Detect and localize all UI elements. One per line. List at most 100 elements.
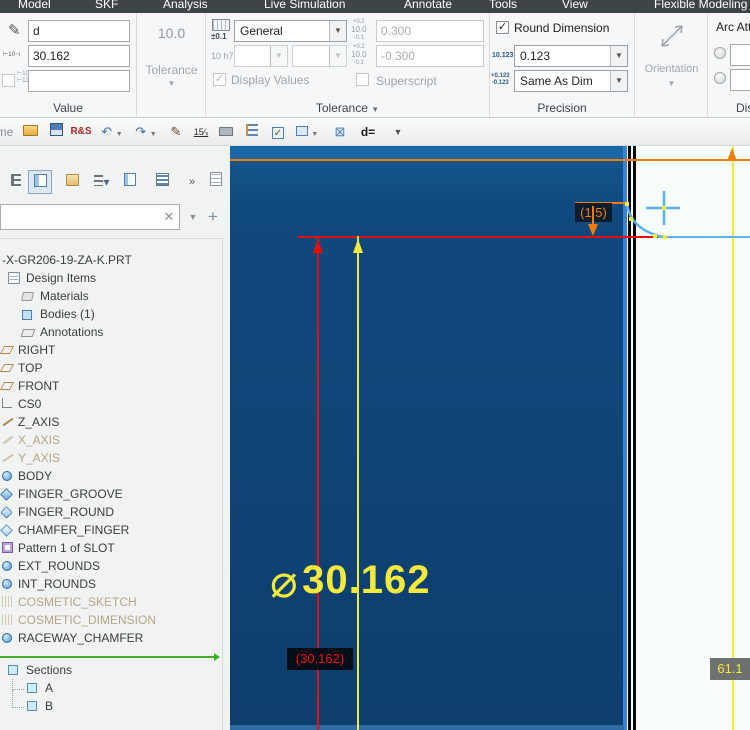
tree-item-label: Z_AXIS bbox=[18, 415, 60, 429]
dual-value-input[interactable] bbox=[28, 70, 130, 92]
crosshair-center-dot[interactable] bbox=[662, 206, 666, 210]
chevron-down-icon[interactable]: ▼ bbox=[329, 21, 346, 41]
add-search-icon[interactable]: + bbox=[204, 204, 222, 230]
vertex-dot[interactable] bbox=[629, 217, 633, 221]
redo-button[interactable]: ↷ ▼ bbox=[132, 122, 160, 142]
superscript-checkbox[interactable] bbox=[356, 73, 369, 86]
axis-icon bbox=[2, 453, 14, 463]
tab-tools[interactable]: Tools bbox=[489, 0, 517, 11]
tolerance-group-label[interactable]: Tolerance ▼ bbox=[206, 101, 489, 115]
tolerance-decimal-select[interactable]: Same As Dim ▼ bbox=[514, 70, 628, 92]
tree-item-design-items[interactable]: Design Items bbox=[0, 269, 222, 287]
tolerance-button-dropdown-icon[interactable]: ▼ bbox=[137, 79, 206, 88]
verify-window-icon[interactable]: ✓ bbox=[268, 122, 288, 142]
folder-browser-icon[interactable] bbox=[60, 170, 84, 194]
tree-item-section-a[interactable]: A bbox=[0, 679, 222, 697]
vertex-dot[interactable] bbox=[625, 202, 629, 206]
edge-dimension-label[interactable]: 61.1 bbox=[710, 658, 750, 680]
tab-skf[interactable]: SKF bbox=[95, 0, 118, 11]
tab-annotate[interactable]: Annotate bbox=[404, 0, 452, 11]
dim-equals-icon[interactable]: d= bbox=[356, 122, 380, 142]
orientation-dropdown-icon[interactable]: ▼ bbox=[635, 79, 708, 88]
windows-icon[interactable]: ▼ bbox=[292, 122, 322, 142]
tree-item-x-axis[interactable]: X_AXIS bbox=[0, 431, 222, 449]
tree-item-raceway-chamfer[interactable]: RACEWAY_CHAMFER bbox=[0, 629, 222, 647]
print-icon[interactable] bbox=[216, 122, 236, 142]
arc-attach-radio-2[interactable] bbox=[714, 72, 726, 84]
tree-item-cosmetic-sketch[interactable]: COSMETIC_SKETCH bbox=[0, 593, 222, 611]
tab-view[interactable]: View bbox=[562, 0, 588, 11]
dimension-name-input[interactable] bbox=[28, 20, 130, 42]
insert-here-locator[interactable] bbox=[0, 653, 220, 661]
search-clear-icon[interactable]: ✕ bbox=[160, 204, 178, 230]
upper-tolerance-input[interactable] bbox=[376, 20, 484, 42]
tab-live-simulation[interactable]: Live Simulation bbox=[264, 0, 345, 11]
tab-flexible-modeling[interactable]: Flexible Modeling bbox=[654, 0, 747, 11]
tree-settings-icon[interactable] bbox=[204, 170, 228, 194]
tree-copy-icon[interactable] bbox=[118, 170, 142, 194]
chevron-down-icon[interactable]: ▼ bbox=[610, 71, 627, 91]
tolerance-mode-select[interactable]: General ▼ bbox=[234, 20, 347, 42]
tree-search-input[interactable] bbox=[0, 204, 180, 230]
arc-attach-field-1[interactable] bbox=[730, 44, 750, 66]
switch-dimensions-icon[interactable]: 15⁄ₓ bbox=[190, 122, 212, 142]
save-icon[interactable] bbox=[46, 122, 66, 142]
toolbar-overflow-icon[interactable]: ▼ bbox=[388, 122, 408, 142]
vertex-dot[interactable] bbox=[653, 234, 657, 238]
tree-item-cosmetic-dimension[interactable]: COSMETIC_DIMENSION bbox=[0, 611, 222, 629]
tree-item-annotations[interactable]: Annotations bbox=[0, 323, 222, 341]
dimension-value-input[interactable] bbox=[28, 45, 130, 67]
tree-item-chamfer-finger[interactable]: CHAMFER_FINGER bbox=[0, 521, 222, 539]
tree-item-ext-rounds[interactable]: EXT_ROUNDS bbox=[0, 557, 222, 575]
reference-dimension-label[interactable]: (30.162) bbox=[287, 648, 353, 670]
tree-item--x-gr206-19-za-k-prt[interactable]: -X-GR206-19-ZA-K.PRT bbox=[0, 251, 222, 269]
rs-tool-icon[interactable]: R&S bbox=[68, 122, 94, 142]
axis-icon bbox=[2, 417, 14, 427]
tree-item-right[interactable]: RIGHT bbox=[0, 341, 222, 359]
tree-item-label: TOP bbox=[18, 361, 43, 375]
regenerate-icon[interactable]: ✎ bbox=[166, 122, 186, 142]
undo-button[interactable]: ↶ ▼ bbox=[98, 122, 126, 142]
search-options-icon[interactable]: ▼ bbox=[184, 204, 202, 230]
tree-item-sections[interactable]: Sections bbox=[0, 661, 222, 679]
tree-item-front[interactable]: FRONT bbox=[0, 377, 222, 395]
tree-item-finger-groove[interactable]: FINGER_GROOVE bbox=[0, 485, 222, 503]
tree-item-pattern-1-of-slot[interactable]: Pattern 1 of SLOT bbox=[0, 539, 222, 557]
tree-item-finger-round[interactable]: FINGER_ROUND bbox=[0, 503, 222, 521]
orientation-button[interactable]: Orientation bbox=[635, 63, 708, 75]
fit-grade-select[interactable]: ▼ bbox=[292, 45, 347, 67]
open-file-icon[interactable] bbox=[20, 122, 40, 142]
diameter-dimension-text[interactable]: ⌀ 30.162 bbox=[270, 554, 431, 608]
tree-item-int-rounds[interactable]: INT_ROUNDS bbox=[0, 575, 222, 593]
tab-model[interactable]: Model bbox=[18, 0, 51, 11]
toolbar-expand-icon[interactable]: » bbox=[180, 170, 204, 194]
tree-item-top[interactable]: TOP bbox=[0, 359, 222, 377]
graphics-viewport[interactable]: (1.5) ⌀ 30.162 (30.162) 61.1 bbox=[230, 146, 750, 730]
filter-icon[interactable]: ▾ bbox=[90, 170, 114, 194]
section-icon bbox=[8, 665, 18, 675]
dual-dimension-checkbox[interactable] bbox=[2, 74, 15, 87]
tree-item-materials[interactable]: Materials bbox=[0, 287, 222, 305]
model-tree-icon[interactable] bbox=[28, 170, 52, 194]
tree-item-bodies-1-[interactable]: Bodies (1) bbox=[0, 305, 222, 323]
checklist-icon[interactable] bbox=[150, 170, 174, 194]
chevron-down-icon[interactable]: ▼ bbox=[610, 46, 627, 66]
tree-item-body[interactable]: BODY bbox=[0, 467, 222, 485]
lower-tolerance-input[interactable] bbox=[376, 45, 484, 67]
fit-class-select[interactable]: ▼ bbox=[234, 45, 288, 67]
tree-item-cs0[interactable]: CS0 bbox=[0, 395, 222, 413]
close-window-icon[interactable]: ⊠ bbox=[330, 122, 350, 142]
tree-columns-icon[interactable] bbox=[4, 170, 28, 194]
tree-item-section-b[interactable]: B bbox=[0, 690, 222, 715]
arc-attach-radio-1[interactable] bbox=[714, 47, 726, 59]
tab-analysis[interactable]: Analysis bbox=[163, 0, 208, 11]
round-dimension-checkbox[interactable] bbox=[496, 21, 509, 34]
decimal-places-select[interactable]: 0.123 ▼ bbox=[514, 45, 628, 67]
tolerance-button[interactable]: Tolerance bbox=[137, 63, 206, 77]
tree-item-y-axis[interactable]: Y_AXIS bbox=[0, 449, 222, 467]
vertex-dot[interactable] bbox=[663, 235, 667, 239]
arc-attach-field-2[interactable] bbox=[730, 69, 750, 91]
display-values-checkbox[interactable] bbox=[213, 73, 226, 86]
layer-tree-icon[interactable] bbox=[242, 122, 262, 142]
tree-item-z-axis[interactable]: Z_AXIS bbox=[0, 413, 222, 431]
